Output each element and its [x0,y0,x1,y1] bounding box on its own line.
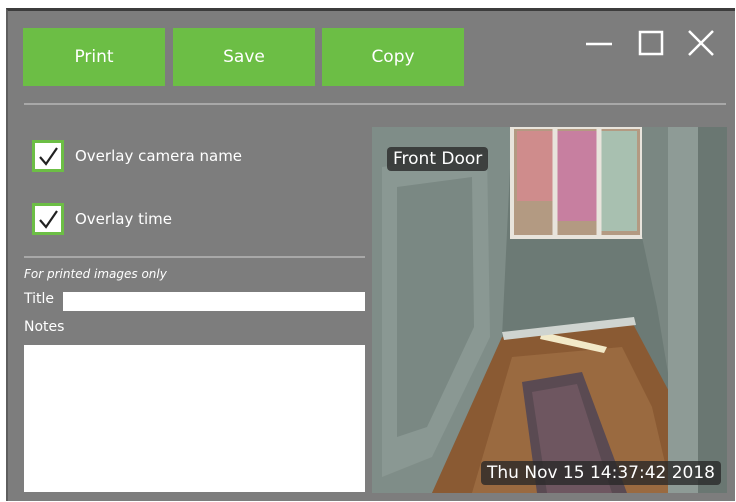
maximize-icon [638,30,664,56]
options-divider [24,256,365,258]
overlay-camera-name-checkbox[interactable] [32,140,64,172]
print-button[interactable]: Print [23,28,165,86]
toolbar-divider [24,103,726,105]
checkmark-icon [39,147,58,166]
camera-name-overlay: Front Door [387,147,489,171]
title-input[interactable] [63,292,365,311]
minimize-button[interactable] [582,27,616,61]
copy-button[interactable]: Copy [322,28,464,86]
save-button[interactable]: Save [173,28,315,86]
minimize-icon [586,42,612,46]
timestamp-overlay: Thu Nov 15 14:37:42 2018 [481,461,721,485]
camera-snapshot-image [372,127,727,493]
close-button[interactable] [684,27,718,61]
notes-textarea[interactable] [24,345,365,492]
camera-snapshot-preview: Front Door Thu Nov 15 14:37:42 2018 [372,127,727,493]
overlay-camera-name-option[interactable]: Overlay camera name [32,137,242,175]
overlay-time-label: Overlay time [75,210,172,228]
print-only-note: For printed images only [24,267,167,281]
overlay-camera-name-label: Overlay camera name [75,147,243,165]
export-window: Print Save Copy Overlay camera name Over… [6,8,735,501]
close-icon [688,30,714,56]
overlay-time-checkbox[interactable] [32,203,64,235]
maximize-button[interactable] [634,27,668,61]
checkmark-icon [39,210,58,229]
title-label: Title [24,291,55,307]
notes-label: Notes [24,319,65,335]
overlay-time-option[interactable]: Overlay time [32,200,172,238]
